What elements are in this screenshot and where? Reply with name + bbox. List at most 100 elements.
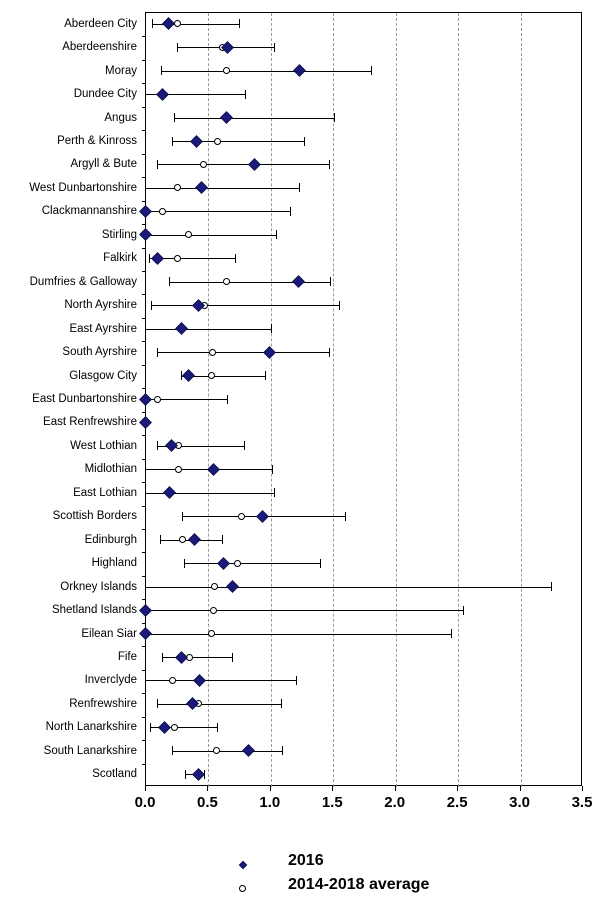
y-axis-tick xyxy=(142,435,146,437)
y-axis-tick xyxy=(142,740,146,742)
range-end-cap xyxy=(328,159,330,169)
range-line xyxy=(145,610,464,612)
category-label: North Lanarkshire xyxy=(45,721,137,734)
category-label: Fife xyxy=(117,651,137,663)
range-line xyxy=(183,563,320,565)
x-axis-tick-label: 2.0 xyxy=(384,794,406,811)
x-axis-tick-label: 2.5 xyxy=(446,794,468,811)
range-end-cap xyxy=(173,113,175,123)
y-axis-tick xyxy=(142,224,146,226)
average-marker xyxy=(175,465,183,473)
category-label: Perth & Kinross xyxy=(57,135,137,147)
range-end-cap xyxy=(162,652,164,662)
x-axis-tick-label: 3.5 xyxy=(571,794,593,811)
x-axis-tick xyxy=(582,786,583,791)
category-label: North Ayrshire xyxy=(64,299,137,312)
range-end-cap xyxy=(450,629,452,639)
category-label: East Renfrewshire xyxy=(43,416,137,429)
range-end-cap xyxy=(333,113,335,123)
range-end-cap xyxy=(550,582,552,592)
average-marker xyxy=(210,606,218,614)
range-line xyxy=(157,703,282,705)
y-axis-tick xyxy=(142,388,146,390)
range-end-cap xyxy=(222,535,224,545)
average-marker xyxy=(153,395,161,403)
average-marker xyxy=(173,254,181,262)
average-marker xyxy=(207,372,215,380)
range-end-cap xyxy=(161,66,163,76)
y-axis-tick xyxy=(142,83,146,85)
range-end-cap xyxy=(183,558,185,568)
range-end-cap xyxy=(151,300,153,310)
y-axis-tick xyxy=(142,200,146,202)
range-end-cap xyxy=(157,347,159,357)
range-end-cap xyxy=(238,19,240,29)
range-end-cap xyxy=(463,605,465,615)
range-end-cap xyxy=(177,42,179,52)
category-label: Dundee City xyxy=(73,88,137,101)
category-label: East Dunbartonshire xyxy=(32,393,137,405)
x-axis-tick-label: 3.0 xyxy=(509,794,530,811)
y-axis-tick xyxy=(142,575,146,577)
range-end-cap xyxy=(172,136,174,146)
range-line xyxy=(145,633,451,635)
category-label: Scottish Borders xyxy=(52,510,137,523)
category-label: South Ayrshire xyxy=(62,346,137,359)
range-line xyxy=(145,328,272,330)
y-axis-tick xyxy=(142,763,146,765)
category-label: Orkney Islands xyxy=(60,580,137,593)
range-end-cap xyxy=(227,394,229,404)
range-line xyxy=(162,657,233,658)
dot-range-chart: Aberdeen City Aberdeenshire Moray Dundee Ci… xyxy=(0,0,603,911)
average-marker xyxy=(158,207,166,215)
category-label: East Ayrshire xyxy=(69,322,137,335)
y-axis-tick xyxy=(142,716,146,718)
category-label: Renfrewshire xyxy=(69,697,137,710)
y-axis-tick xyxy=(142,271,146,272)
gridline xyxy=(270,13,272,787)
average-marker xyxy=(222,67,230,75)
average-marker xyxy=(222,278,230,286)
y-axis-tick xyxy=(142,106,146,108)
category-label: Aberdeenshire xyxy=(62,41,137,54)
y-axis-tick xyxy=(142,599,146,601)
range-end-cap xyxy=(264,371,266,381)
range-line xyxy=(145,586,551,588)
y-axis-tick xyxy=(142,505,146,507)
range-end-cap xyxy=(244,89,246,99)
range-end-cap xyxy=(344,511,346,521)
range-end-cap xyxy=(159,535,161,545)
range-end-cap xyxy=(172,746,174,756)
range-line xyxy=(145,211,290,213)
y-axis-tick xyxy=(142,364,146,366)
range-end-cap xyxy=(298,183,300,193)
y-axis-tick xyxy=(142,669,146,671)
range-end-cap xyxy=(182,511,184,521)
legend-label-average: 2014-2018 average xyxy=(288,876,430,893)
category-label: Scotland xyxy=(92,768,137,781)
y-axis-tick xyxy=(142,458,146,460)
category-label: Angus xyxy=(104,111,137,124)
range-end-cap xyxy=(168,277,170,287)
category-label: Falkirk xyxy=(103,252,137,265)
range-end-cap xyxy=(303,136,305,146)
range-end-cap xyxy=(319,558,321,568)
y-axis-tick xyxy=(142,59,146,61)
category-label: Highland xyxy=(91,557,137,570)
y-axis-tick xyxy=(142,693,146,695)
x-axis-tick-label: 0.0 xyxy=(134,794,156,811)
category-label: Dumfries & Galloway xyxy=(29,275,137,288)
range-end-cap xyxy=(273,488,275,498)
range-end-cap xyxy=(282,746,284,756)
y-axis-tick xyxy=(142,130,146,132)
y-axis-tick xyxy=(142,177,146,179)
average-marker xyxy=(237,512,245,520)
average-marker xyxy=(213,137,221,145)
legend-label-2016: 2016 xyxy=(288,852,324,869)
range-end-cap xyxy=(273,42,275,52)
range-end-cap xyxy=(148,253,150,263)
y-axis-tick xyxy=(142,341,146,343)
gridline xyxy=(333,13,335,787)
legend-item-2016: 2016 xyxy=(238,852,570,876)
category-label: Edinburgh xyxy=(84,533,137,546)
